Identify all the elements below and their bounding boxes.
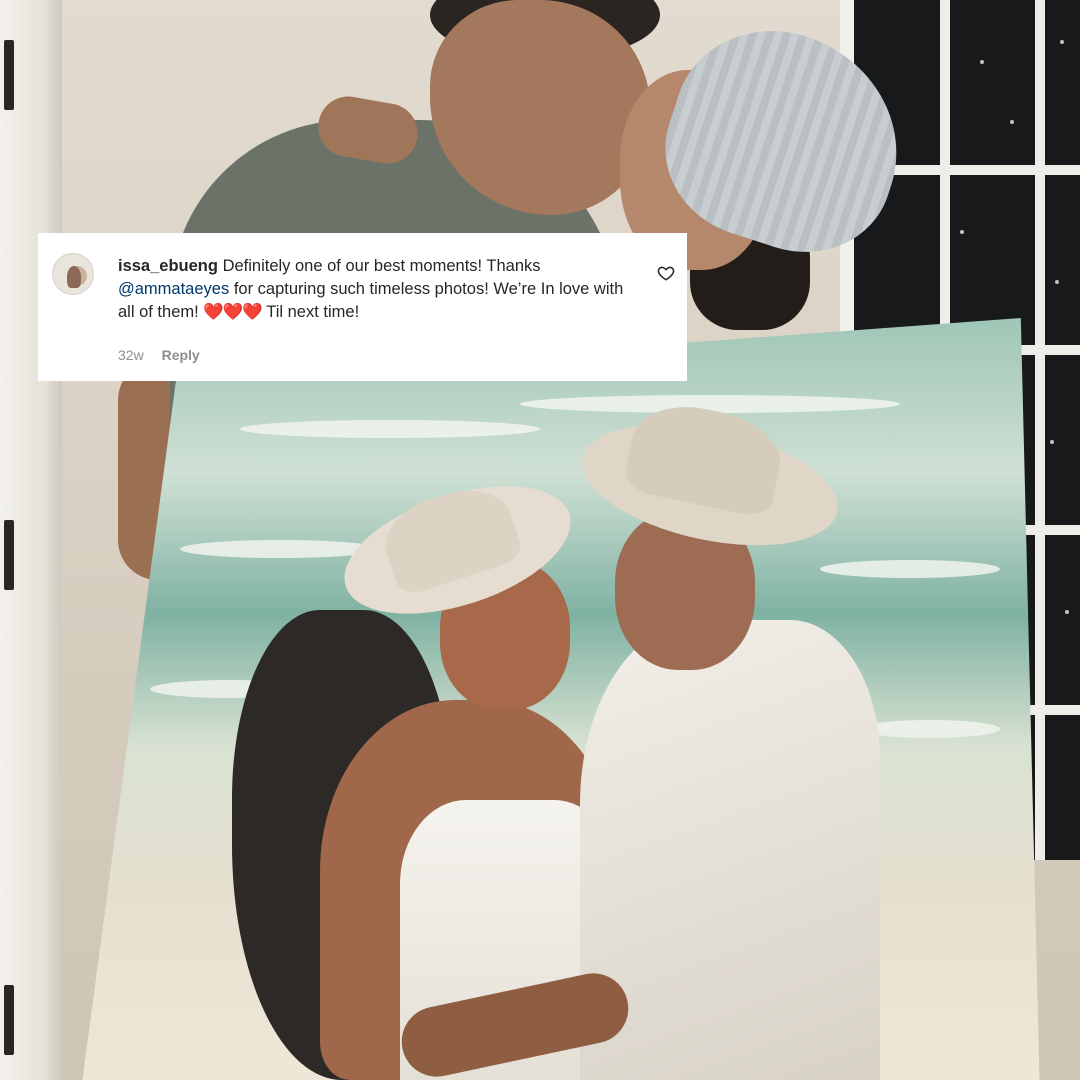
wave — [820, 560, 1000, 578]
snowflake — [960, 230, 964, 234]
wave — [180, 540, 380, 558]
background-photo — [0, 0, 1080, 1080]
snowflake — [980, 60, 984, 64]
door-hinge — [4, 985, 14, 1055]
comment-body-start: Definitely one of our best moments! Than… — [222, 257, 541, 275]
wave — [240, 420, 540, 438]
heart-outline-icon[interactable] — [657, 264, 675, 282]
comment-timestamp: 32w — [118, 347, 144, 363]
comment-body-end: Til next time! — [266, 303, 360, 321]
door-frame — [0, 0, 62, 1080]
reply-button[interactable]: Reply — [162, 347, 200, 363]
snowflake — [1050, 440, 1054, 444]
comment-card: issa_ebueng Definitely one of our best m… — [38, 233, 687, 381]
window-mullion — [1035, 0, 1045, 860]
heart-emoji-group: ❤️❤️❤️ — [203, 303, 263, 321]
snowflake — [1055, 280, 1059, 284]
avatar-figure — [67, 266, 81, 288]
snowflake — [1060, 40, 1064, 44]
comment-meta: 32w Reply — [118, 347, 200, 363]
avatar[interactable] — [52, 253, 94, 295]
comment-username[interactable]: issa_ebueng — [118, 257, 218, 275]
snowflake — [1065, 610, 1069, 614]
comment-mention-link[interactable]: @ammataeyes — [118, 280, 229, 298]
door-hinge — [4, 520, 14, 590]
door-hinge — [4, 40, 14, 110]
snowflake — [1010, 120, 1014, 124]
comment-text: issa_ebueng Definitely one of our best m… — [118, 255, 638, 324]
wave — [860, 720, 1000, 738]
